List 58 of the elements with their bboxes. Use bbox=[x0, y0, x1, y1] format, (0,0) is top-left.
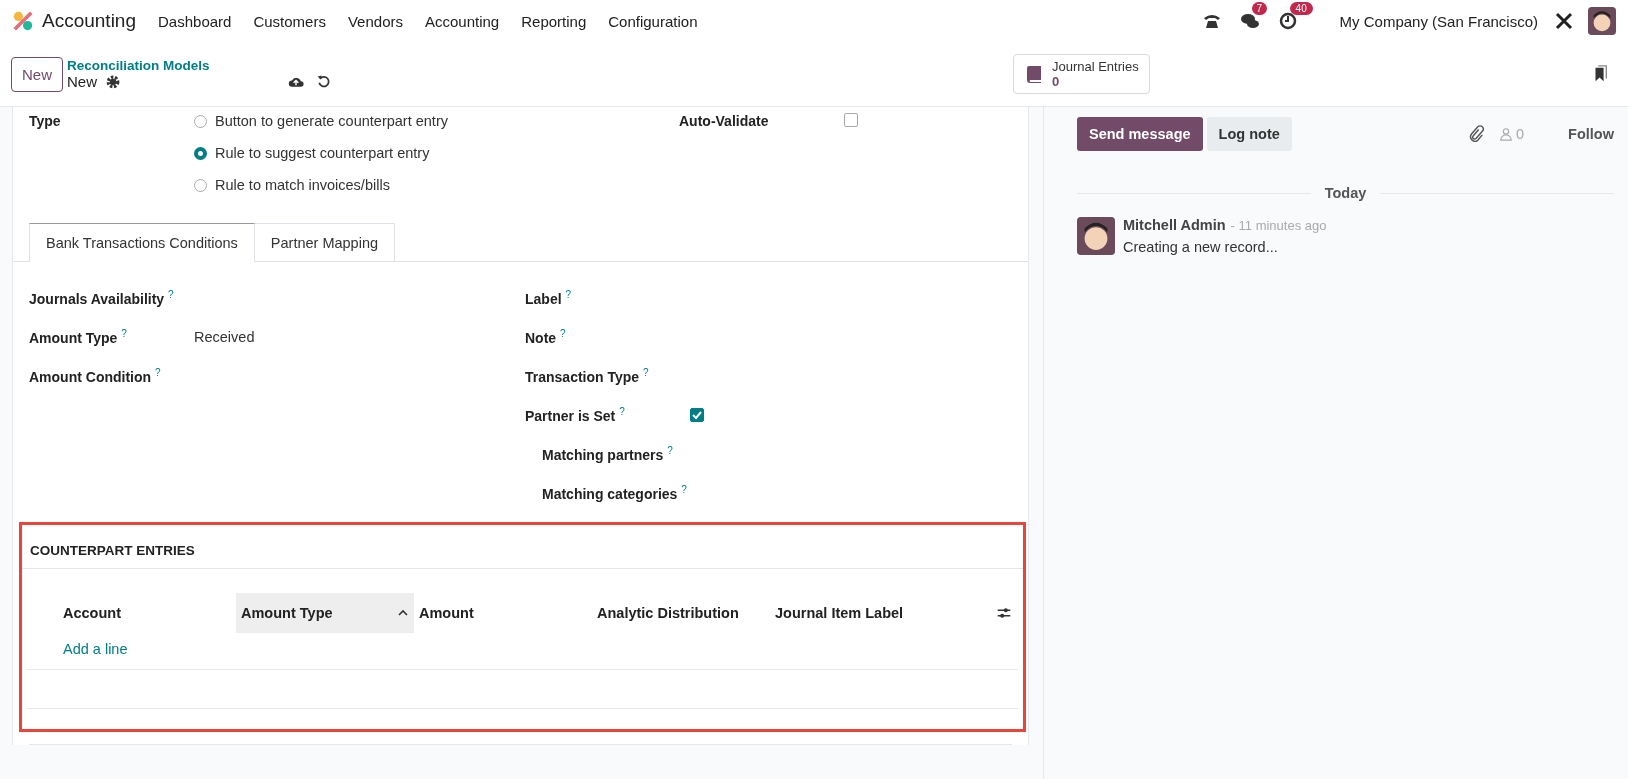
breadcrumb-link[interactable]: Reconciliation Models bbox=[67, 58, 210, 73]
field-label: Transaction Type $^{?}$ bbox=[525, 366, 650, 385]
checkbox[interactable] bbox=[844, 113, 858, 127]
message-author[interactable]: Mitchell Admin bbox=[1123, 217, 1226, 233]
record-name: New bbox=[67, 73, 98, 90]
paperclip-icon[interactable] bbox=[1467, 125, 1485, 143]
log-note-button[interactable]: Log note bbox=[1206, 117, 1292, 151]
message-count-badge: 7 bbox=[1251, 2, 1268, 15]
menu-item[interactable]: Customers bbox=[253, 12, 326, 30]
field-label: Matching partners $^{?}$ bbox=[542, 444, 674, 463]
field-label: Auto-Validate bbox=[679, 113, 770, 129]
new-button[interactable]: New bbox=[11, 56, 63, 92]
date-separator: Today bbox=[1324, 185, 1367, 201]
field-value[interactable]: Received bbox=[194, 328, 255, 345]
message-text: Creating a new record... bbox=[1123, 239, 1279, 255]
clock-icon[interactable] bbox=[1277, 11, 1298, 31]
radio-button[interactable] bbox=[194, 114, 207, 128]
app-name[interactable]: Accounting bbox=[42, 10, 136, 32]
menu-item[interactable]: Configuration bbox=[608, 12, 698, 30]
column-header[interactable]: Journal Item Label bbox=[770, 593, 948, 633]
column-header[interactable]: Amount bbox=[414, 593, 592, 633]
send-message-button[interactable]: Send message bbox=[1077, 117, 1203, 151]
field-label: Journals Availability $^{?}$ bbox=[29, 288, 175, 307]
message-time: - 11 minutes ago bbox=[1230, 218, 1327, 233]
field-label: Partner is Set $^{?}$ bbox=[525, 405, 626, 424]
radio-label[interactable]: Rule to suggest counterpart entry bbox=[215, 145, 430, 161]
column-header[interactable]: Analytic Distribution bbox=[592, 593, 770, 633]
activity-count-badge: 40 bbox=[1289, 2, 1313, 15]
checkbox[interactable] bbox=[690, 407, 704, 422]
follow-button[interactable]: Follow bbox=[1568, 126, 1614, 142]
field-label: Matching categories $^{?}$ bbox=[542, 483, 688, 502]
menu-item[interactable]: Accounting bbox=[425, 12, 500, 30]
chat-icon[interactable] bbox=[1239, 11, 1260, 31]
add-line-link[interactable]: Add a line bbox=[63, 641, 128, 657]
tab[interactable]: Bank Transactions Conditions bbox=[29, 223, 255, 262]
column-header[interactable]: Amount Type bbox=[236, 593, 414, 633]
radio-button[interactable] bbox=[194, 178, 207, 192]
company-switcher[interactable]: My Company (San Francisco) bbox=[1339, 12, 1538, 30]
radio-label[interactable]: Rule to match invoices/bills bbox=[215, 177, 390, 193]
person-icon bbox=[1499, 127, 1513, 141]
field-label: Note $^{?}$ bbox=[525, 327, 567, 346]
app-logo-icon[interactable] bbox=[12, 10, 34, 32]
field-label: Amount Condition $^{?}$ bbox=[29, 366, 162, 385]
menu-item[interactable]: Vendors bbox=[347, 12, 403, 30]
discard-icon[interactable] bbox=[315, 74, 332, 90]
tab[interactable]: Partner Mapping bbox=[254, 223, 396, 262]
menu-item[interactable]: Reporting bbox=[521, 12, 587, 30]
user-avatar-icon[interactable] bbox=[1588, 7, 1616, 35]
section-title: COUNTERPART ENTRIES bbox=[22, 543, 1023, 569]
column-header[interactable]: Account bbox=[58, 593, 236, 633]
field-label: Amount Type $^{?}$ bbox=[29, 327, 128, 346]
field-label: Label $^{?}$ bbox=[525, 288, 573, 307]
radio-button[interactable] bbox=[194, 146, 207, 160]
user-avatar-icon bbox=[1077, 217, 1115, 255]
radio-label[interactable]: Button to generate counterpart entry bbox=[215, 113, 448, 129]
journal-entries-button[interactable]: Journal Entries 0 bbox=[1012, 54, 1150, 94]
field-label: Type bbox=[29, 113, 62, 129]
menu-item[interactable]: Dashboard bbox=[158, 12, 232, 30]
